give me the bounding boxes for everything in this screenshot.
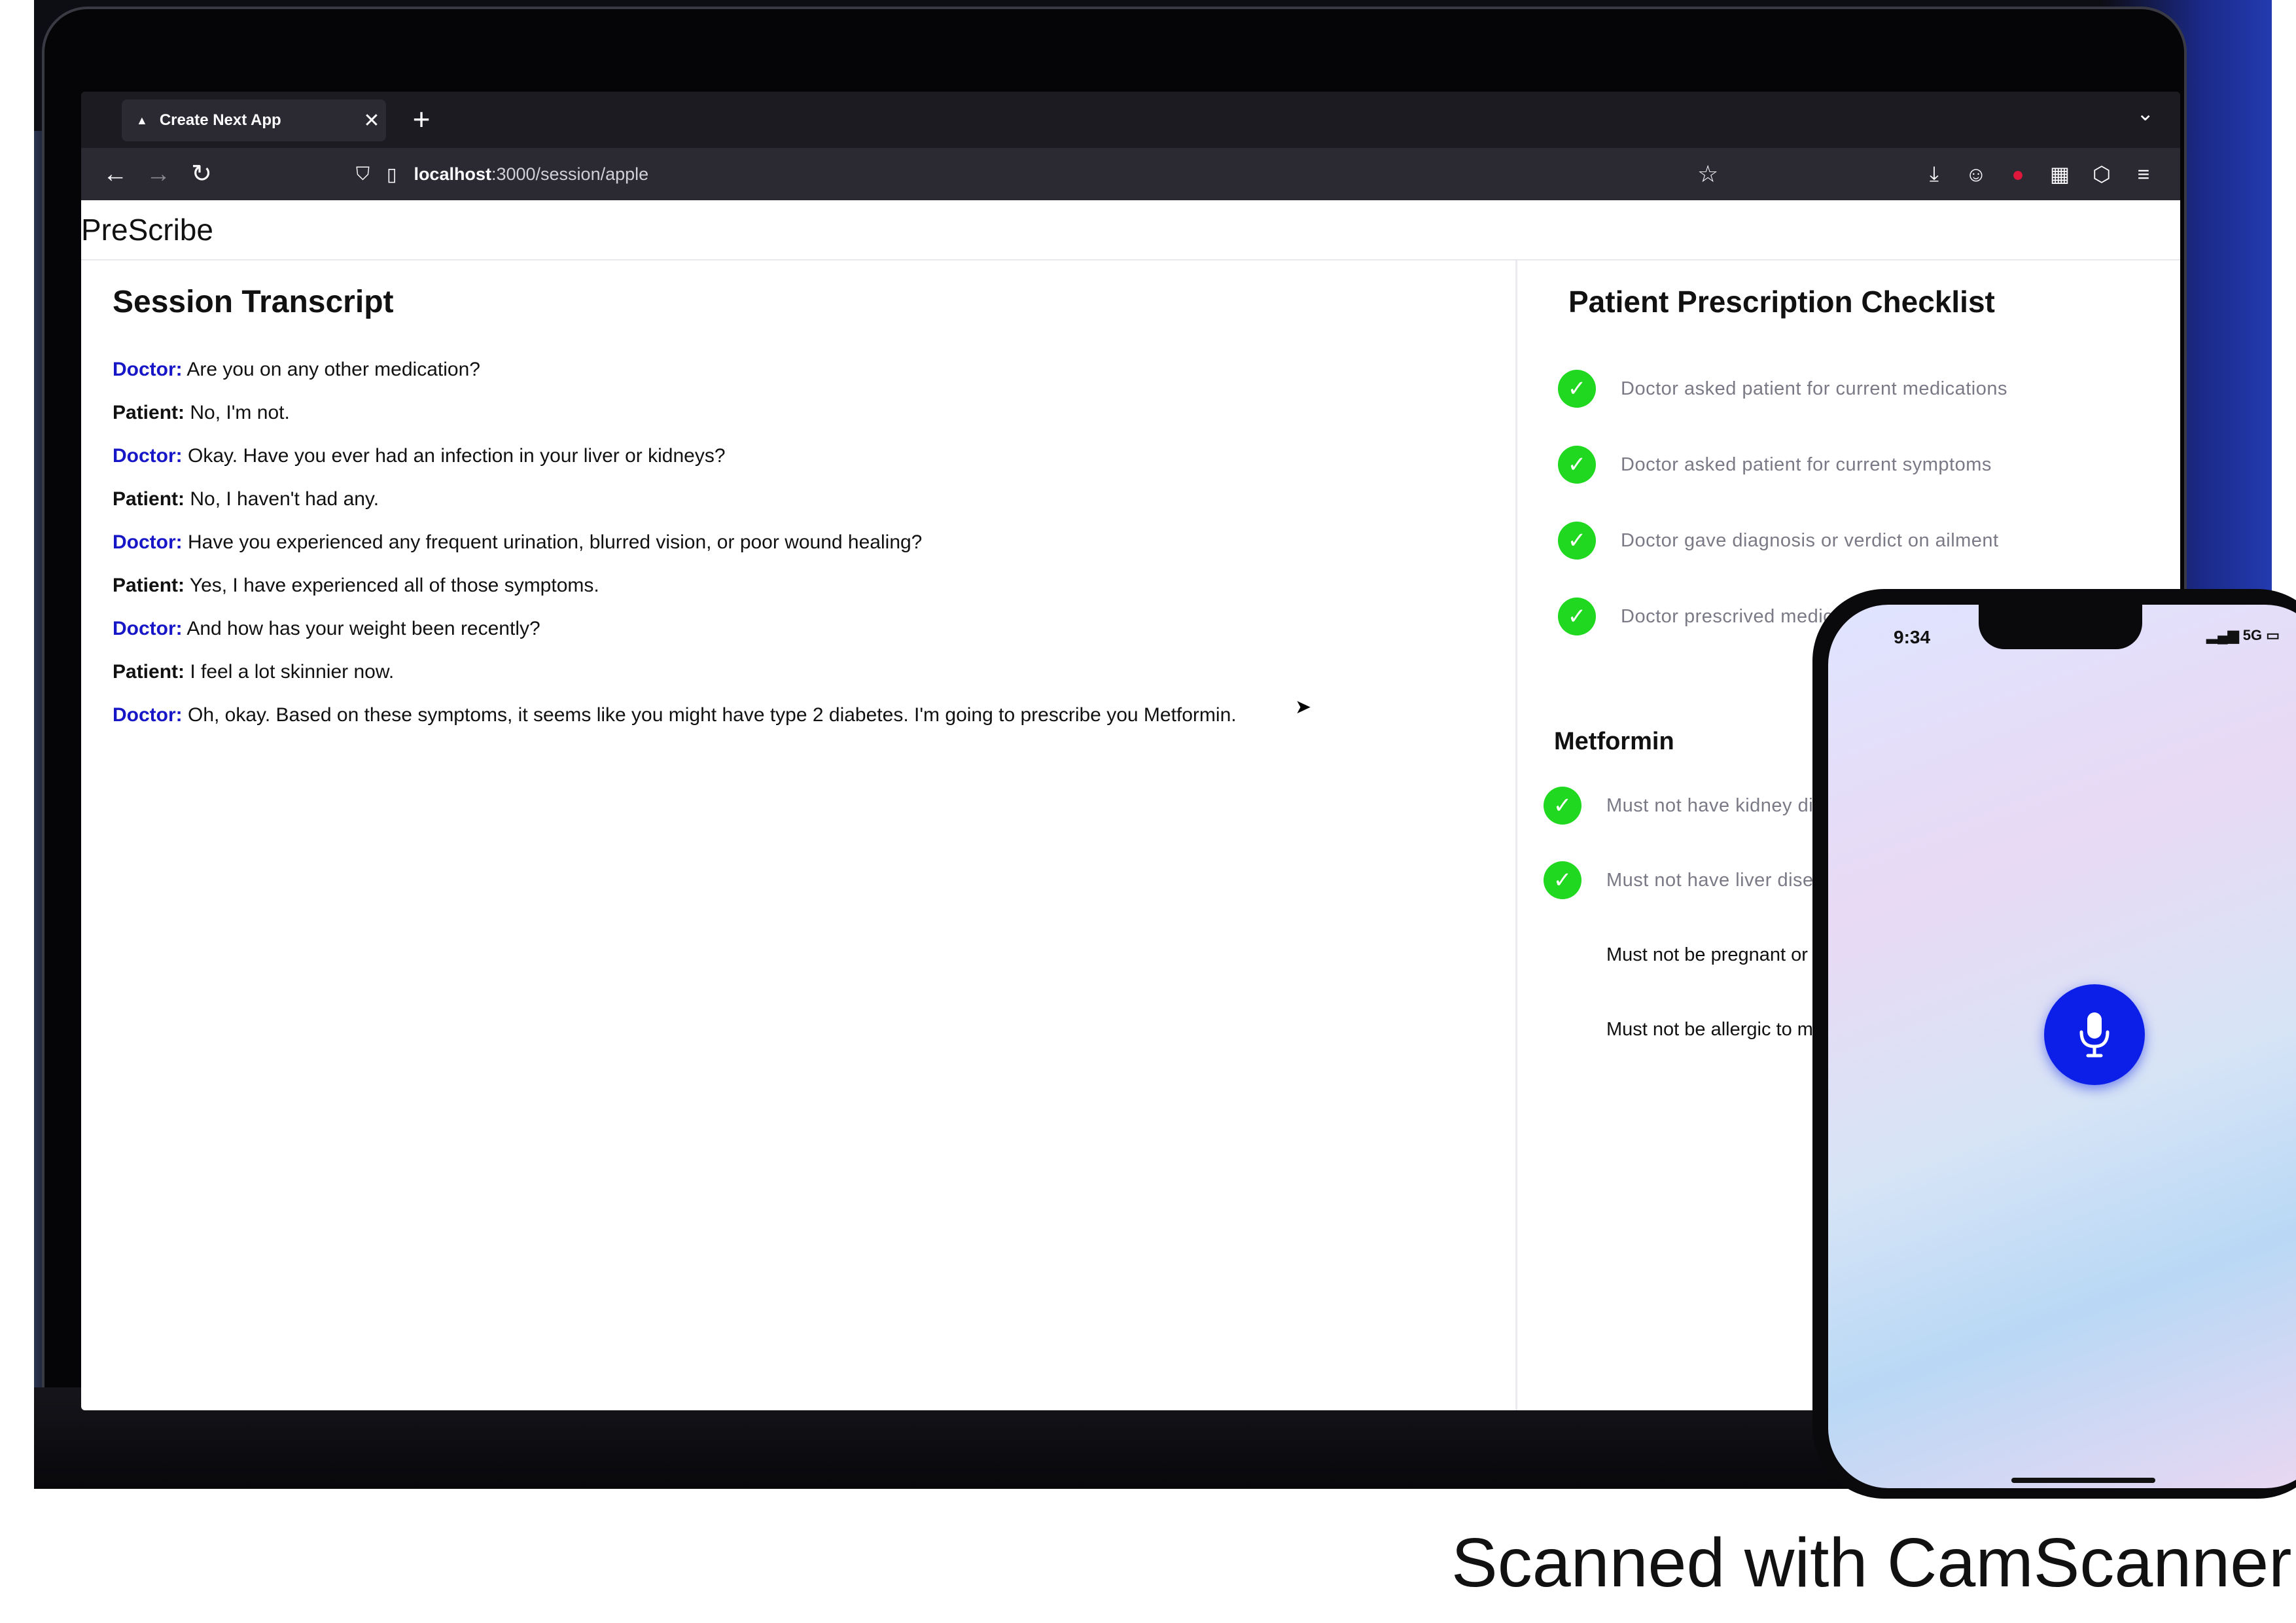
forward-icon[interactable]: → <box>139 153 178 195</box>
transcript-line: Doctor: Have you experienced any frequen… <box>113 531 1487 575</box>
microphone-icon <box>2079 1012 2110 1058</box>
extension-icon[interactable]: ⬡ <box>2081 162 2123 187</box>
checklist-title: Patient Prescription Checklist <box>1568 285 1995 319</box>
menu-icon[interactable]: ≡ <box>2123 162 2164 187</box>
checklist-label: Doctor asked patient for current symptom… <box>1621 454 1992 475</box>
reload-icon[interactable]: ↻ <box>182 153 221 195</box>
phone-status-bar: ▂▄▆ 5G ▭ <box>2206 627 2280 643</box>
line-text: Yes, I have experienced all of those sym… <box>185 575 599 596</box>
checklist-item: ✓ Doctor asked patient for current sympto… <box>1558 427 2007 503</box>
page-icon: ▯ <box>387 164 397 185</box>
brand-title: PreScribe <box>81 213 213 247</box>
medication-item: Must not be pregnant or p <box>1544 918 1824 992</box>
check-icon: ✓ <box>1558 597 1596 635</box>
close-icon[interactable]: ✕ <box>357 109 386 132</box>
speaker-label: Doctor: <box>113 618 183 639</box>
new-tab-button[interactable]: + <box>402 98 441 140</box>
home-indicator <box>2011 1478 2155 1483</box>
star-icon[interactable]: ☆ <box>1697 153 1718 195</box>
chevron-down-icon[interactable]: ⌄ <box>2136 101 2154 126</box>
toolbar-icons: ⤓ ☺ ● ▦ ⬡ ≡ <box>1913 153 2164 195</box>
transcript-line: Doctor: Are you on any other medication? <box>113 359 1487 402</box>
mouse-cursor-icon: ➤ <box>1295 696 1312 718</box>
medication-item: ✓ Must not have liver disea <box>1544 843 1824 918</box>
transcript-line: Patient: No, I haven't had any. <box>113 488 1487 531</box>
transcript-line: Patient: I feel a lot skinnier now. <box>113 661 1487 704</box>
speaker-label: Doctor: <box>113 445 183 467</box>
transcript-panel: Session Transcript Doctor: Are you on an… <box>81 260 1514 1410</box>
extension-icon[interactable]: ▦ <box>2039 162 2081 187</box>
check-icon: ✓ <box>1558 446 1596 484</box>
phone-time: 9:34 <box>1894 627 1931 647</box>
check-icon: ✓ <box>1558 522 1596 560</box>
shield-icon: ⛉ <box>356 163 370 184</box>
speaker-label: Patient: <box>113 402 185 423</box>
line-text: Are you on any other medication? <box>182 359 480 380</box>
medication-item: ✓ Must not have kidney di <box>1544 768 1824 843</box>
medication-label: Must not have kidney di <box>1606 794 1814 816</box>
phone-screen: 9:34 ▂▄▆ 5G ▭ <box>1828 605 2296 1488</box>
line-text: Have you experienced any frequent urinat… <box>182 531 923 553</box>
check-icon: ✓ <box>1544 787 1581 825</box>
nav-bar: ← → ↻ ⛉ ▯ localhost:3000/session/apple ☆… <box>81 148 2180 200</box>
transcript-title: Session Transcript <box>113 285 394 319</box>
url-host: localhost <box>414 164 491 184</box>
medication-title: Metformin <box>1554 728 1674 755</box>
extension-icon[interactable]: ● <box>1997 162 2039 187</box>
speaker-label: Patient: <box>113 575 185 596</box>
phone-notch <box>1979 605 2142 649</box>
medication-item: Must not be allergic to me <box>1544 992 1824 1067</box>
tab-title: Create Next App <box>159 111 281 129</box>
microphone-button[interactable] <box>2044 984 2145 1085</box>
line-text: Okay. Have you ever had an infection in … <box>182 445 726 467</box>
speaker-label: Patient: <box>113 488 185 510</box>
line-text: And how has your weight been recently? <box>182 618 540 639</box>
speaker-label: Doctor: <box>113 359 183 380</box>
transcript-line: Doctor: Oh, okay. Based on these symptom… <box>113 704 1487 747</box>
url-bar[interactable]: ⛉ ▯ localhost:3000/session/apple <box>356 154 648 194</box>
unchecked-circle-icon <box>1544 936 1581 974</box>
line-text: Oh, okay. Based on these symptoms, it se… <box>182 704 1237 726</box>
speaker-label: Patient: <box>113 661 185 683</box>
speaker-label: Doctor: <box>113 531 183 553</box>
medication-label: Must not have liver disea <box>1606 869 1825 891</box>
checklist-label: Doctor asked patient for current medicat… <box>1621 378 2007 399</box>
checklist-label: Doctor gave diagnosis or verdict on ailm… <box>1621 529 1999 551</box>
transcript-line: Patient: Yes, I have experienced all of … <box>113 575 1487 618</box>
medication-label: Must not be pregnant or p <box>1606 944 1824 965</box>
transcript-line: Patient: No, I'm not. <box>113 402 1487 445</box>
transcript-line: Doctor: And how has your weight been rec… <box>113 618 1487 661</box>
phone: 9:34 ▂▄▆ 5G ▭ <box>1812 589 2296 1499</box>
unchecked-circle-icon <box>1544 1010 1581 1048</box>
check-icon: ✓ <box>1544 861 1581 899</box>
checklist-item: ✓ Doctor gave diagnosis or verdict on ail… <box>1558 503 2007 579</box>
line-text: No, I haven't had any. <box>185 488 380 510</box>
triangle-icon: ▲ <box>136 113 148 127</box>
line-text: No, I'm not. <box>185 402 290 423</box>
url-path: :3000/session/apple <box>491 164 649 184</box>
account-icon[interactable]: ☺ <box>1955 162 1997 187</box>
line-text: I feel a lot skinnier now. <box>185 661 395 683</box>
tab-create-next-app[interactable]: ▲ Create Next App ✕ <box>122 99 386 141</box>
speaker-label: Doctor: <box>113 704 183 726</box>
transcript-line: Doctor: Okay. Have you ever had an infec… <box>113 445 1487 488</box>
medication-label: Must not be allergic to me <box>1606 1018 1824 1040</box>
checklist-item: ✓ Doctor asked patient for current medica… <box>1558 351 2007 427</box>
camscanner-watermark: Scanned with CamScanner <box>1451 1524 2292 1601</box>
tab-bar: ▲ Create Next App ✕ + ⌄ <box>81 92 2180 148</box>
check-icon: ✓ <box>1558 370 1596 408</box>
back-icon[interactable]: ← <box>96 153 135 195</box>
network-label: 5G <box>2242 627 2263 643</box>
medication-checklist: ✓ Must not have kidney di ✓ Must not have … <box>1544 768 1824 1067</box>
download-icon[interactable]: ⤓ <box>1913 162 1955 187</box>
transcript-lines: Doctor: Are you on any other medication?… <box>113 359 1487 747</box>
